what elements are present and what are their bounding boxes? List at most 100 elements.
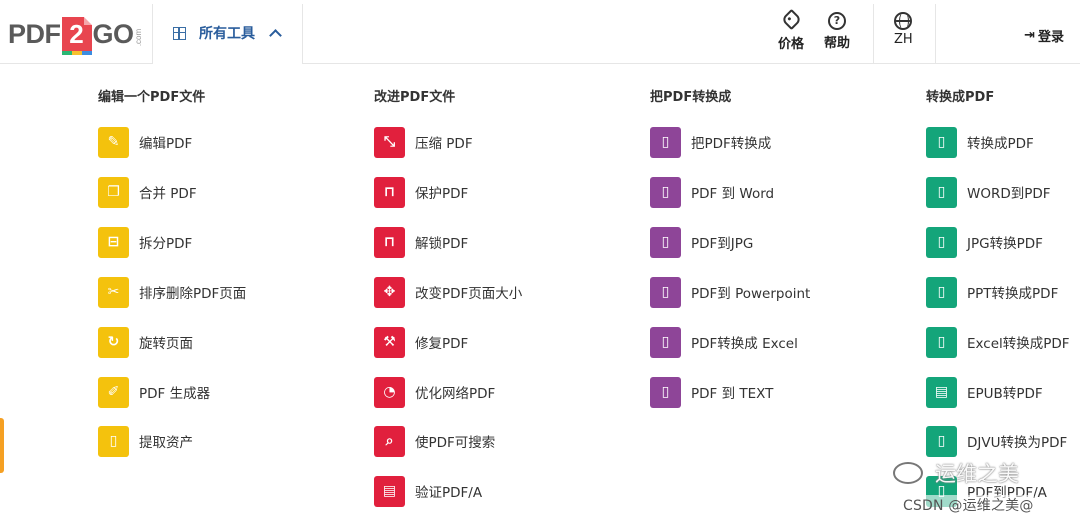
menu-item-label: PPT转换成PDF bbox=[967, 286, 1059, 302]
menu-item-edit-pdf[interactable]: ✎ 编辑PDF bbox=[98, 126, 192, 158]
menu-item-unlock-pdf[interactable]: ⊓ 解锁PDF bbox=[374, 226, 468, 258]
menu-item-label: PDF 到 Word bbox=[691, 186, 775, 202]
pdf2go-logo[interactable]: PDF 2 GO .com bbox=[8, 14, 147, 55]
menu-item-label: 转换成PDF bbox=[967, 136, 1034, 152]
menu-item-jpg-to-pdf[interactable]: ▯ JPG转换PDF bbox=[926, 226, 1043, 258]
unlock-icon: ⊓ bbox=[374, 226, 405, 258]
menu-item-convert-to-pdf[interactable]: ▯ 转换成PDF bbox=[926, 126, 1034, 158]
menu-item-label: 优化网络PDF bbox=[415, 386, 496, 402]
compress-icon: ⤡ bbox=[374, 126, 405, 158]
menu-item-djvu-to-pdf[interactable]: ▯ DJVU转换为PDF bbox=[926, 425, 1067, 457]
login-label: 登录 bbox=[1037, 30, 1064, 45]
menu-item-pdf-to-powerpoint[interactable]: ▯ PDF到 Powerpoint bbox=[650, 276, 810, 308]
search-icon: ⌕ bbox=[374, 425, 405, 457]
file-ppt-icon: ▯ bbox=[650, 276, 681, 308]
menu-item-label: 排序删除PDF页面 bbox=[139, 286, 247, 302]
file-image-icon: ▯ bbox=[650, 226, 681, 258]
menu-column-edit: 编辑一个PDF文件 bbox=[98, 86, 205, 110]
menu-item-word-to-pdf[interactable]: ▯ WORD到PDF bbox=[926, 176, 1051, 208]
split-file-icon: ⊟ bbox=[98, 226, 129, 258]
menu-item-label: EPUB转PDF bbox=[967, 386, 1043, 402]
login-button[interactable]: ⇥ 登录 bbox=[1024, 26, 1064, 45]
menu-item-label: 把PDF转换成 bbox=[691, 136, 772, 152]
file-ppt-icon: ▯ bbox=[926, 276, 957, 308]
menu-item-merge-pdf[interactable]: ❐ 合并 PDF bbox=[98, 176, 197, 208]
menu-item-pdf-to-excel[interactable]: ▯ PDF转换成 Excel bbox=[650, 326, 798, 358]
menu-item-label: PDF转换成 Excel bbox=[691, 336, 798, 352]
watermark-csdn: CSDN @运维之美@ bbox=[903, 495, 1034, 515]
menu-column-improve: 改进PDF文件 bbox=[374, 86, 455, 110]
gauge-icon: ◔ bbox=[374, 376, 405, 408]
file-image-icon: ▯ bbox=[926, 226, 957, 258]
feedback-tab[interactable] bbox=[0, 418, 4, 473]
column-title: 把PDF转换成 bbox=[650, 90, 732, 105]
tag-icon bbox=[780, 8, 802, 31]
file-excel-icon: ▯ bbox=[926, 326, 957, 358]
menu-item-pdf-to-jpg[interactable]: ▯ PDF到JPG bbox=[650, 226, 753, 258]
menu-item-label: PDF到 Powerpoint bbox=[691, 286, 811, 302]
menu-item-compress-pdf[interactable]: ⤡ 压缩 PDF bbox=[374, 126, 473, 158]
file-pencil-icon: ✐ bbox=[98, 376, 129, 408]
menu-item-sort-delete-pages[interactable]: ✂ 排序删除PDF页面 bbox=[98, 276, 246, 308]
menu-item-label: DJVU转换为PDF bbox=[967, 435, 1068, 451]
menu-item-label: PDF 到 TEXT bbox=[691, 386, 774, 402]
language-button[interactable]: ZH bbox=[894, 12, 913, 47]
divider bbox=[935, 4, 936, 64]
menu-item-pdf-to-word[interactable]: ▯ PDF 到 Word bbox=[650, 176, 774, 208]
top-nav: PDF 2 GO .com 所有工具 价格 ? 帮助 ZH ⇥ 登录 bbox=[0, 0, 1080, 64]
watermark-text: 运维之美 bbox=[935, 462, 1019, 486]
language-label: ZH bbox=[894, 32, 913, 47]
all-tools-label: 所有工具 bbox=[199, 26, 255, 42]
menu-item-rotate-pages[interactable]: ↻ 旋转页面 bbox=[98, 326, 193, 358]
menu-item-label: PDF到JPG bbox=[691, 236, 754, 252]
menu-item-ocr-pdf[interactable]: ⌕ 使PDF可搜索 bbox=[374, 425, 495, 457]
menu-item-label: 验证PDF/A bbox=[415, 485, 483, 501]
logo-com: .com bbox=[133, 28, 143, 46]
file-pdf-icon: ▯ bbox=[650, 126, 681, 158]
file-icon: ▯ bbox=[98, 425, 129, 457]
file-excel-icon: ▯ bbox=[650, 326, 681, 358]
menu-item-resize-pages[interactable]: ✥ 改变PDF页面大小 bbox=[374, 276, 522, 308]
chevron-up-icon bbox=[269, 29, 282, 42]
menu-item-label: JPG转换PDF bbox=[967, 236, 1043, 252]
menu-column-from-pdf: 把PDF转换成 bbox=[650, 86, 731, 110]
lock-icon: ⊓ bbox=[374, 176, 405, 208]
menu-item-extract-assets[interactable]: ▯ 提取资产 bbox=[98, 425, 193, 457]
help-button[interactable]: ? 帮助 bbox=[824, 12, 850, 51]
menu-item-pdf-generator[interactable]: ✐ PDF 生成器 bbox=[98, 376, 210, 408]
logo-text-pdf: PDF bbox=[8, 18, 61, 49]
wrench-icon: ⚒ bbox=[374, 326, 405, 358]
move-arrows-icon: ✥ bbox=[374, 276, 405, 308]
divider bbox=[873, 4, 874, 64]
menu-item-label: 保护PDF bbox=[415, 186, 469, 202]
files-icon: ❐ bbox=[98, 176, 129, 208]
menu-item-validate-pdfa[interactable]: ▤ 验证PDF/A bbox=[374, 475, 482, 507]
menu-item-optimize-web-pdf[interactable]: ◔ 优化网络PDF bbox=[374, 376, 495, 408]
book-icon: ▤ bbox=[926, 376, 957, 408]
menu-item-label: 提取资产 bbox=[139, 435, 193, 451]
logo-two-badge: 2 bbox=[61, 17, 92, 55]
pricing-button[interactable]: 价格 bbox=[778, 8, 804, 52]
menu-item-pdf-to-text[interactable]: ▯ PDF 到 TEXT bbox=[650, 376, 773, 408]
menu-item-split-pdf[interactable]: ⊟ 拆分PDF bbox=[98, 226, 192, 258]
menu-column-to-pdf: 转换成PDF bbox=[926, 86, 994, 110]
archive-icon: ▤ bbox=[374, 475, 405, 507]
menu-item-repair-pdf[interactable]: ⚒ 修复PDF bbox=[374, 326, 468, 358]
logo-text-go: GO bbox=[92, 18, 135, 49]
menu-item-label: Excel转换成PDF bbox=[967, 336, 1070, 352]
watermark-wechat: 运维之美 bbox=[893, 458, 1019, 488]
wechat-icon bbox=[893, 462, 923, 484]
file-image-icon: ▯ bbox=[926, 425, 957, 457]
all-tools-toggle[interactable]: 所有工具 bbox=[153, 4, 303, 64]
menu-item-label: 合并 PDF bbox=[139, 186, 197, 202]
menu-item-excel-to-pdf[interactable]: ▯ Excel转换成PDF bbox=[926, 326, 1070, 358]
menu-item-label: 改变PDF页面大小 bbox=[415, 286, 523, 302]
file-pdf-icon: ▯ bbox=[926, 126, 957, 158]
pencil-square-icon: ✎ bbox=[98, 126, 129, 158]
file-text-icon: ▯ bbox=[650, 376, 681, 408]
menu-item-epub-to-pdf[interactable]: ▤ EPUB转PDF bbox=[926, 376, 1043, 408]
menu-item-label: 旋转页面 bbox=[139, 336, 193, 352]
menu-item-convert-from-pdf[interactable]: ▯ 把PDF转换成 bbox=[650, 126, 771, 158]
menu-item-protect-pdf[interactable]: ⊓ 保护PDF bbox=[374, 176, 468, 208]
menu-item-ppt-to-pdf[interactable]: ▯ PPT转换成PDF bbox=[926, 276, 1058, 308]
